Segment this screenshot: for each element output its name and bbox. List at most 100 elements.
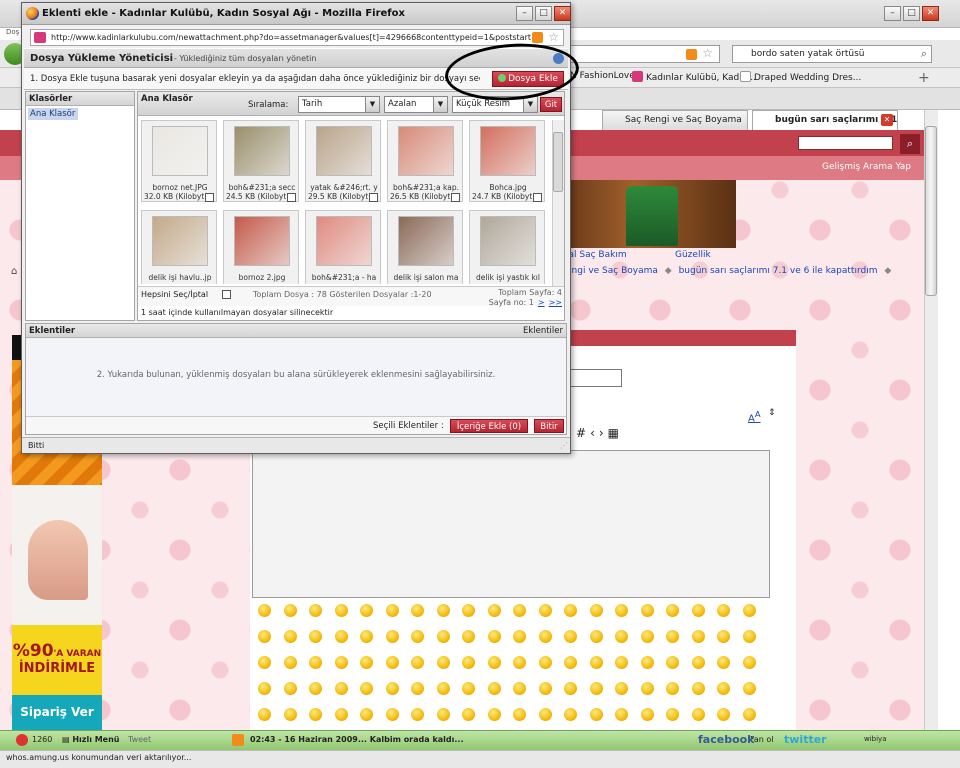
folder-item-main[interactable]: Ana Klasör [28,108,78,120]
site-search-button[interactable]: ⌕ [900,134,920,154]
file-thumbnail[interactable]: boh&#231;a kap. 26.5 KB (Kilobyt [387,120,463,202]
smiley-icon[interactable] [334,656,348,669]
smiley-icon[interactable] [309,656,322,669]
smiley-icon[interactable] [513,682,526,695]
smiley-icon[interactable] [717,604,730,617]
smiley-icon[interactable] [487,682,501,695]
message-editor[interactable] [252,450,770,598]
bookmark-item[interactable]: N FashionLove [570,71,635,81]
smiley-icon[interactable] [538,682,552,695]
view-mode-select[interactable]: Küçük Resim ▼ [452,96,538,113]
smiley-icon[interactable] [666,604,679,617]
smiley-icon[interactable] [309,630,322,643]
smiley-icon[interactable] [615,630,628,643]
smiley-icon[interactable] [258,708,271,721]
smiley-icon[interactable] [385,656,399,669]
smiley-icon[interactable] [385,604,399,617]
rss-icon[interactable] [532,32,543,43]
search-icon[interactable]: ⌕ [921,46,927,62]
smiley-icon[interactable] [411,630,424,643]
bookmark-star-icon[interactable]: ☆ [548,30,559,44]
smiley-icon[interactable] [385,630,399,643]
smiley-icon[interactable] [742,656,756,669]
file-select-checkbox[interactable] [533,193,542,202]
close-icon[interactable]: ✕ [554,6,571,21]
smiley-icon[interactable] [436,630,450,643]
smiley-icon[interactable] [717,656,730,669]
bookmark-item[interactable]: Draped Wedding Dres... [740,71,861,83]
smiley-icon[interactable] [513,708,526,721]
smiley-icon[interactable] [640,656,654,669]
smiley-icon[interactable] [640,604,654,617]
smiley-icon[interactable] [538,708,552,721]
breadcrumb-item[interactable]: bugün sarı saçlarımı 7.1 ve 6 ile kapatt… [679,266,878,276]
table-icon[interactable]: ▦ [608,426,623,440]
smiley-icon[interactable] [513,630,526,643]
smiley-icon[interactable] [360,656,373,669]
smiley-icon[interactable] [258,604,271,617]
file-select-checkbox[interactable] [451,193,460,202]
last-page-link[interactable]: >> [549,298,562,307]
smiley-icon[interactable] [283,682,297,695]
smiley-icon[interactable] [666,630,679,643]
smiley-icon[interactable] [742,682,756,695]
smiley-icon[interactable] [666,708,679,721]
rss-feed-icon[interactable] [232,734,244,746]
page-scroll-thumb[interactable] [925,126,937,296]
smiley-icon[interactable] [589,708,603,721]
help-icon[interactable] [553,53,564,64]
smiley-icon[interactable] [436,682,450,695]
smiley-icon[interactable] [411,708,424,721]
smiley-icon[interactable] [258,682,271,695]
banner-link-beauty[interactable]: Güzellik [675,250,711,260]
file-thumbnail[interactable]: yatak &#246;rt. y 29.5 KB (Kilobyt [305,120,381,202]
smiley-icon[interactable] [513,656,526,669]
order-button[interactable]: Sipariş Ver [12,695,102,730]
smiley-icon[interactable] [564,630,577,643]
smiley-icon[interactable] [462,604,475,617]
facebook-button[interactable]: facebook [698,733,755,746]
home-icon[interactable]: ⌂ [11,266,17,277]
smiley-icon[interactable] [411,682,424,695]
file-thumbnail[interactable]: bornoz net.JPG 32.0 KB (Kilobyt [141,120,217,202]
smiley-icon[interactable] [564,604,577,617]
smiley-icon[interactable] [462,656,475,669]
smiley-icon[interactable] [538,604,552,617]
file-thumbnail[interactable]: delik işi salon ma [387,210,463,284]
smiley-icon[interactable] [258,630,271,643]
background-address-bar[interactable]: ☆ [570,45,720,63]
smiley-icon[interactable] [258,656,271,669]
smiley-icon[interactable] [462,682,475,695]
smiley-icon[interactable] [691,604,705,617]
side-ad-promo[interactable]: %90'A VARAN İNDİRİMLE [12,625,102,695]
tab-hair-color[interactable]: Saç Rengi ve Saç Boyama [602,110,748,130]
smiley-icon[interactable] [283,604,297,617]
smiley-icon[interactable] [360,682,373,695]
bookmark-item[interactable]: Kadınlar Kulübü, Kadın... [632,71,756,83]
smiley-icon[interactable] [487,604,501,617]
smiley-icon[interactable] [589,656,603,669]
go-button[interactable]: Git [540,97,562,112]
resize-arrows-icon[interactable]: ⇕ [768,408,776,418]
smiley-icon[interactable] [691,630,705,643]
tweet-button[interactable]: Tweet [128,735,151,744]
smiley-icon[interactable] [334,604,348,617]
smiley-icon[interactable] [385,682,399,695]
file-thumbnail[interactable]: boh&#231;a - ha [305,210,381,284]
smiley-icon[interactable] [717,682,730,695]
smiley-icon[interactable] [564,656,577,669]
popup-title-bar[interactable]: Eklenti ekle - Kadınlar Kulübü, Kadın So… [22,3,571,25]
popup-address-bar[interactable]: http://www.kadinlarkulubu.com/newattachm… [30,29,564,46]
close-icon[interactable]: ✕ [922,6,939,21]
file-select-checkbox[interactable] [205,193,214,202]
files-scroll-thumb[interactable] [553,132,563,192]
smiley-icon[interactable] [334,708,348,721]
sort-order-select[interactable]: Azalan ▼ [384,96,448,113]
smiley-icon[interactable] [436,656,450,669]
smiley-icon[interactable] [513,604,526,617]
quick-menu[interactable]: ▤ Hızlı Menü [62,735,120,744]
smiley-icon[interactable] [538,656,552,669]
smiley-icon[interactable] [666,682,679,695]
smiley-icon[interactable] [640,630,654,643]
banner-link-hair-care[interactable]: ıal Saç Bakım [566,250,627,260]
